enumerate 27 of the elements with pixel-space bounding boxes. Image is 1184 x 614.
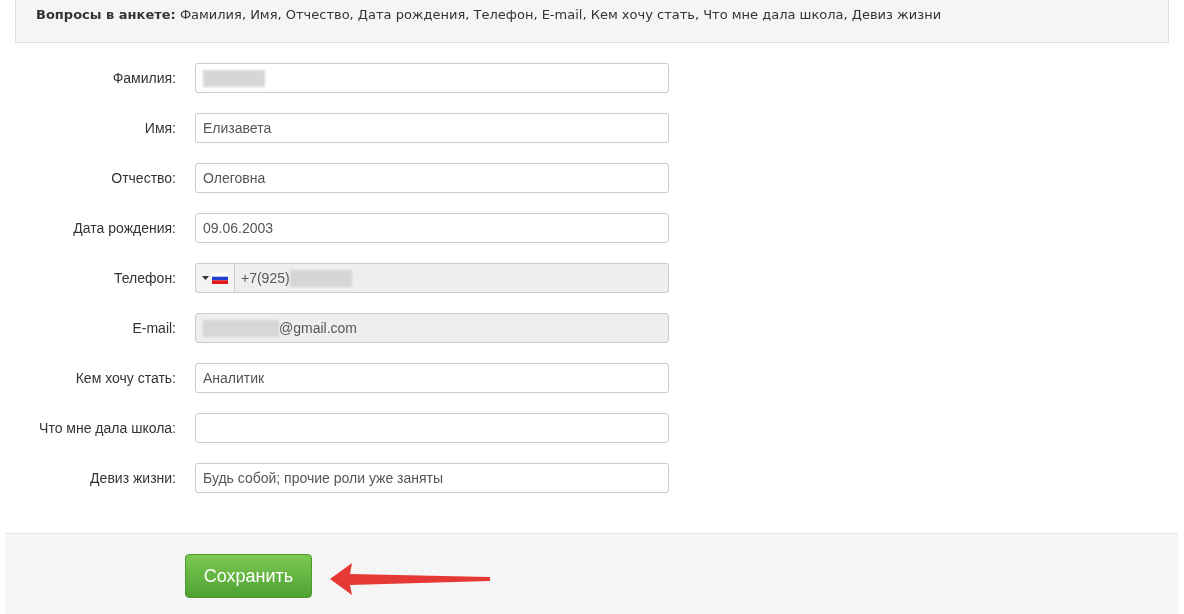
field-value: +7(925) (241, 268, 290, 288)
country-picker[interactable] (195, 263, 235, 293)
field-value: Олеговна (203, 168, 266, 188)
field-label: Дата рождения: (72, 218, 176, 238)
caret-icon (202, 276, 209, 280)
field-value: 09.06.2003 (203, 218, 274, 238)
field-label: Отчество: (110, 168, 176, 188)
input-field[interactable]: Будь собой; прочие роли уже заняты (195, 463, 669, 493)
input-field[interactable]: 09.06.2003 (195, 213, 669, 243)
field-value: Будь собой; прочие роли уже заняты (203, 468, 444, 488)
field-label: Фамилия: (111, 68, 176, 88)
field-label: Кем хочу стать: (74, 368, 176, 388)
input-field[interactable]: Аналитик (195, 363, 669, 393)
field-label: Имя: (143, 118, 176, 138)
field-label: Телефон: (113, 268, 176, 288)
input-field[interactable] (195, 63, 669, 93)
input-field[interactable] (195, 413, 669, 443)
field-label: E-mail: (131, 318, 176, 338)
field-label: Девиз жизни: (89, 468, 176, 488)
field-value: Елизавета (203, 118, 272, 138)
field-label: Что мне дала школа: (38, 418, 176, 438)
field-value: Аналитик (203, 368, 265, 388)
russia-flag-icon (212, 272, 228, 284)
questions-text: Вопросы в анкете: Фамилия, Имя, Отчество, Дата рождения, Телефон, E-mail, Кем хочу стать, Что мне дала школа, Девиз жизни (36, 6, 943, 24)
input-field[interactable]: Елизавета (195, 113, 669, 143)
field-value: @gmail.com (279, 318, 357, 338)
input-field[interactable]: Олеговна (195, 163, 669, 193)
